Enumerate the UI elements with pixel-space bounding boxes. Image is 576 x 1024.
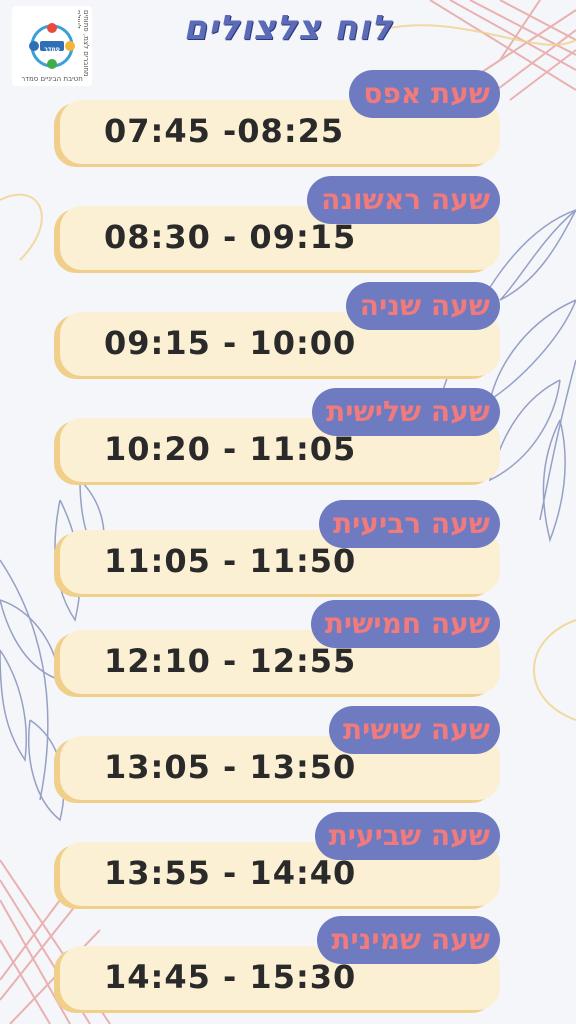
period-time: 07:45 -08:25 [104,112,345,150]
period-time: 13:05 - 13:50 [104,748,357,786]
period-label: שעה חמישית [310,600,500,648]
period-time: 13:55 - 14:40 [104,854,357,892]
period-time: 09:15 - 10:00 [104,324,357,362]
schedule-row: 13:05 - 13:50 שעה שישית [0,706,576,800]
period-label: שעת אפס [349,70,500,118]
period-time: 11:05 - 11:50 [104,542,357,580]
period-label: שעה רביעית [318,500,500,548]
period-time: 08:30 - 09:15 [104,218,357,256]
schedule-row: 07:45 -08:25 שעת אפס [0,70,576,164]
period-time: 12:10 - 12:55 [104,642,357,680]
schedule-row: 13:55 - 14:40 שעה שביעית [0,812,576,906]
period-time: 10:20 - 11:05 [104,430,357,468]
page-title: לוח צלצולים [183,8,393,48]
period-time: 14:45 - 15:30 [104,958,357,996]
schedule-row: 14:45 - 15:30 שעה שמינית [0,916,576,1010]
schedule-row: 08:30 - 09:15 שעה ראשונה [0,176,576,270]
schedule-row: 11:05 - 11:50 שעה רביעית [0,500,576,594]
schedule-row: 12:10 - 12:55 שעה חמישית [0,600,576,694]
schedule-row: 09:15 - 10:00 שעה שניה [0,282,576,376]
period-label: שעה ראשונה [307,176,500,224]
period-label: שעה שמינית [317,916,500,964]
period-label: שעה שביעית [314,812,500,860]
period-label: שעה שישית [329,706,500,754]
schedule-row: 10:20 - 11:05 שעה שלישית [0,388,576,482]
period-label: שעה שלישית [312,388,500,436]
period-label: שעה שניה [345,282,500,330]
